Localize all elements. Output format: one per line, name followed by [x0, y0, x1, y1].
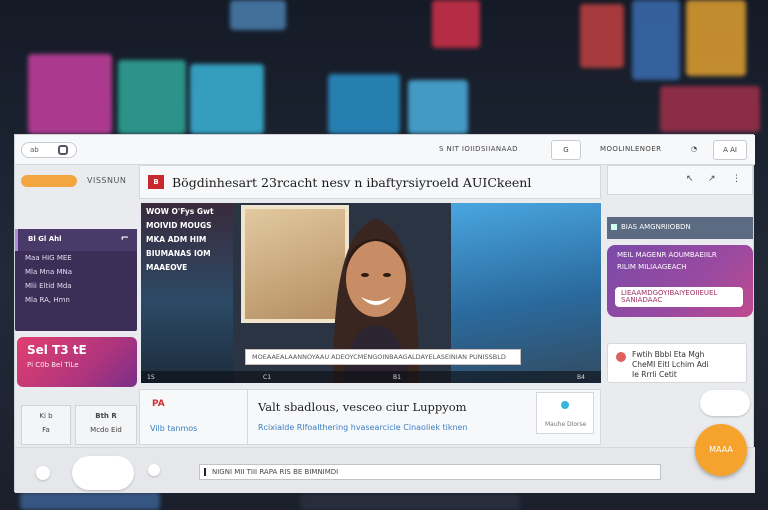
bg-tile — [580, 4, 624, 68]
decor-bubble — [36, 466, 50, 480]
top-bar: ab S NIT IOIIDSIIANAAD G MOOLINLENOER ◔ … — [15, 135, 755, 165]
top-left-pill[interactable]: ab — [21, 142, 77, 158]
progress-pill[interactable] — [21, 175, 77, 187]
bg-tile — [190, 64, 264, 134]
right-promo-card[interactable]: MEIL MAGENR AOUMBAEIILR RILIM MILIAAGEAC… — [607, 245, 753, 317]
video-overlay-line: MKA ADM HIM — [146, 235, 207, 244]
video-left-overlay: WOW O'Fys Gwt MOIVID MOUGS MKA ADM HIM B… — [141, 203, 233, 383]
right-toolbar: ↖ ↗ ⋮ — [607, 165, 753, 195]
video-overlay-line: BIUMANAS IOM — [146, 249, 211, 258]
right-notice-card[interactable]: Fwtih Bbbl Eta Mgh CheMI Eitl Lchim Adi … — [607, 343, 747, 383]
left-small-card-1[interactable]: Ki b Fa — [21, 405, 71, 445]
status-dot-icon — [561, 401, 569, 409]
video-title-bar: B Bögdinhesart 23rcacht nesv n ibaftyrsi… — [139, 165, 601, 199]
promo-subtitle: Pi C0b Bel TiLe — [27, 361, 79, 369]
top-left-pill-label: ab — [30, 146, 39, 154]
control-label[interactable]: B4 — [577, 374, 585, 381]
video-info-bar: PA Vilb tanmos Valt sbadlous, vesceo ciu… — [139, 389, 601, 445]
promo-title: Sel T3 tE — [27, 343, 87, 357]
right-promo-line: MEIL MAGENR AOUMBAEIILR — [617, 251, 717, 259]
bg-tile — [660, 86, 760, 132]
small-card-2-b: Mcdo Eid — [90, 426, 122, 434]
right-notice-line: Fwtih Bbbl Eta Mgh — [632, 350, 705, 359]
left-card-header: Bl Gl Ahl ⌐ — [15, 229, 137, 251]
chat-bubble-icon[interactable] — [700, 390, 750, 416]
left-card-line: Mla RA, Hmn — [25, 296, 70, 304]
bg-tile — [20, 492, 160, 510]
bg-tile — [230, 0, 286, 30]
channel-logo: B — [148, 175, 164, 189]
right-promo-inner[interactable]: LIEAAMDGOYIBAIYEOIIEUEL SANIADAAC — [615, 287, 743, 307]
more-icon[interactable]: ⋮ — [732, 174, 741, 184]
right-notice-line: Ie Rrrli Cetit — [632, 370, 677, 379]
decor-bubble — [148, 464, 160, 476]
expand-icon[interactable]: ↗ — [708, 174, 716, 184]
alert-icon — [616, 352, 626, 362]
top-right-text: MOOLINLENOER — [600, 145, 662, 153]
left-card-line: Maa HIG MEE — [25, 254, 72, 262]
left-card-line: Mla Mna MNa — [25, 268, 73, 276]
bg-tile — [432, 0, 480, 48]
small-card-2-a: Bth R — [95, 412, 117, 420]
info-left-link[interactable]: Vilb tanmos — [150, 424, 197, 433]
pin-icon[interactable]: ↖ — [686, 174, 694, 184]
section-icon — [611, 224, 617, 230]
top-right-button[interactable]: A AI — [713, 140, 747, 160]
video-overlay-line: MOIVID MOUGS — [146, 221, 212, 230]
video-player[interactable]: WOW O'Fys Gwt MOIVID MOUGS MKA ADM HIM B… — [141, 203, 601, 383]
small-card-1-a: Ki b — [39, 412, 53, 420]
bg-tile — [28, 54, 112, 134]
tv-icon — [58, 145, 68, 155]
right-promo-inner-line: SANIADAAC — [621, 296, 663, 304]
control-label[interactable]: B1 — [393, 374, 401, 381]
info-headline: Valt sbadlous, vesceo ciur Luppyom — [258, 400, 467, 414]
bg-tile — [118, 60, 186, 134]
video-overlay-line: WOW O'Fys Gwt — [146, 207, 214, 216]
promo-banner[interactable]: Sel T3 tE Pi C0b Bel TiLe — [17, 337, 137, 387]
close-icon[interactable]: ⌐ — [121, 233, 129, 244]
bg-tile — [328, 74, 400, 134]
bg-tile — [686, 0, 746, 76]
video-caption: MOEAAEALAANNOYAAU ADEOYCMENGOINBAAGALDAY… — [245, 349, 521, 365]
right-promo-line: RILIM MILIAAGEACH — [617, 263, 687, 271]
chat-bubble-icon[interactable] — [72, 456, 134, 490]
info-right-box[interactable]: Mauhe Dlorse — [536, 392, 594, 434]
floating-action-button[interactable]: MAAA — [695, 424, 747, 476]
bg-tile — [632, 0, 680, 80]
clock-icon[interactable]: ◔ — [687, 140, 701, 160]
top-center-text: S NIT IOIIDSIIANAAD — [439, 145, 518, 153]
video-controls[interactable]: 1S C1 B1 B4 — [141, 371, 601, 383]
left-card-line: Mlii Eltid Mda — [25, 282, 72, 290]
app-window: ab S NIT IOIIDSIIANAAD G MOOLINLENOER ◔ … — [14, 134, 755, 493]
bg-tile — [300, 494, 520, 510]
info-left-box[interactable]: PA Vilb tanmos — [140, 390, 248, 444]
right-notice-line: CheMI Eitl Lchim Adi — [632, 360, 709, 369]
left-card-title: Bl Gl Ahl — [28, 235, 62, 243]
text-cursor — [204, 468, 206, 476]
control-label[interactable]: 1S — [147, 374, 155, 381]
control-label[interactable]: C1 — [263, 374, 271, 381]
video-overlay-line: MAAEOVE — [146, 263, 188, 272]
left-label: VISSNUN — [87, 176, 127, 185]
info-left-tag: PA — [152, 399, 165, 409]
right-section-label: BIAS AMGNRIIOBDN — [621, 223, 691, 231]
bg-tile — [408, 80, 468, 134]
small-card-1-b: Fa — [42, 426, 50, 434]
left-small-card-2[interactable]: Bth R Mcdo Eid — [75, 405, 137, 445]
bottom-search-text: NIGNI MII TIII RAPA RIS BE BIMNIMDI — [212, 468, 339, 476]
top-center-button[interactable]: G — [551, 140, 581, 160]
info-right-label: Mauhe Dlorse — [545, 421, 587, 428]
left-info-card[interactable]: Bl Gl Ahl ⌐ Maa HIG MEE Mla Mna MNa Mlii… — [15, 229, 137, 331]
video-title: Bögdinhesart 23rcacht nesv n ibaftyrsiyr… — [172, 175, 532, 190]
info-links[interactable]: Rcixialde Rlfoalthering hvasearcicle Cin… — [258, 423, 468, 432]
right-section-bar[interactable]: BIAS AMGNRIIOBDN — [607, 217, 753, 239]
bottom-search-field[interactable]: NIGNI MII TIII RAPA RIS BE BIMNIMDI — [199, 464, 661, 480]
